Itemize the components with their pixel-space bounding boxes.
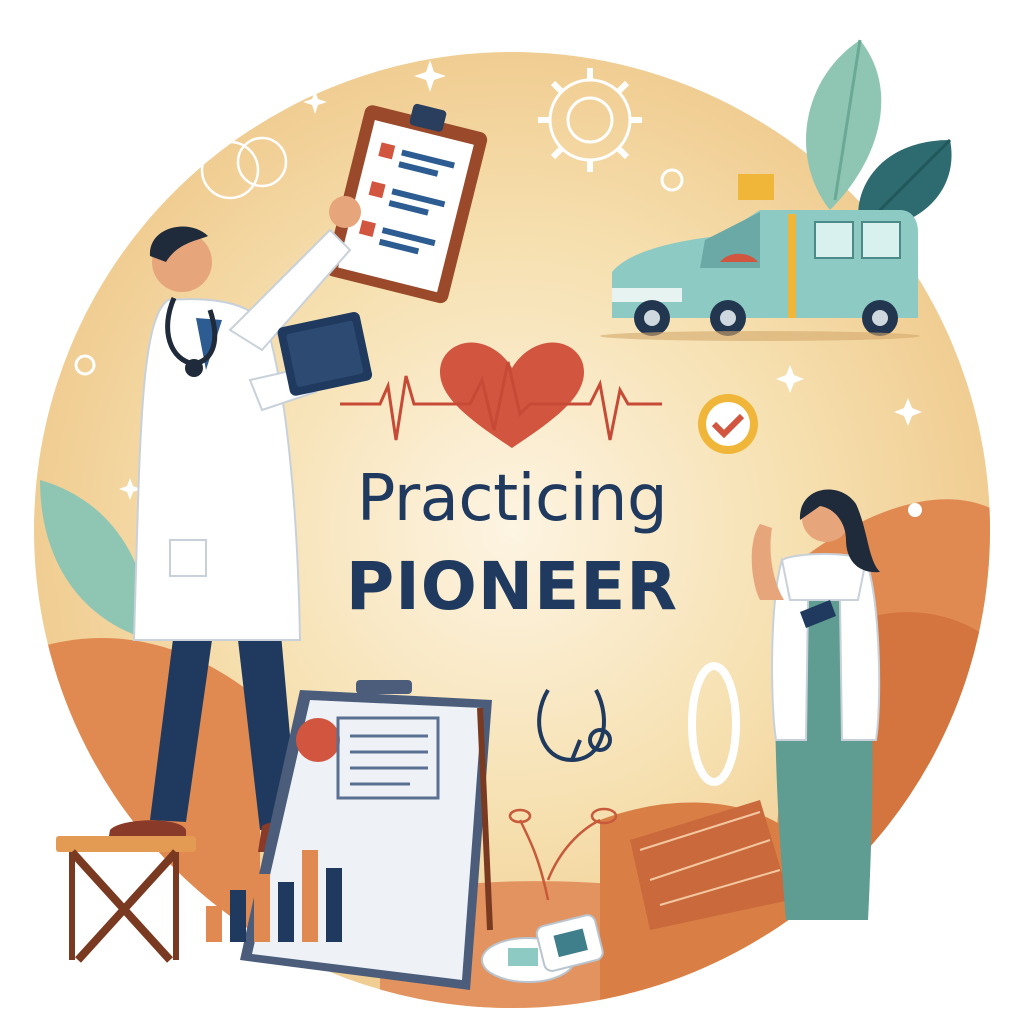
title-pioneer: PIONEER	[345, 548, 679, 625]
check-badge-icon	[698, 394, 758, 454]
stool	[56, 836, 196, 963]
title-practicing: Practicing	[356, 462, 668, 536]
leaf-decoration-top-right	[806, 39, 952, 230]
